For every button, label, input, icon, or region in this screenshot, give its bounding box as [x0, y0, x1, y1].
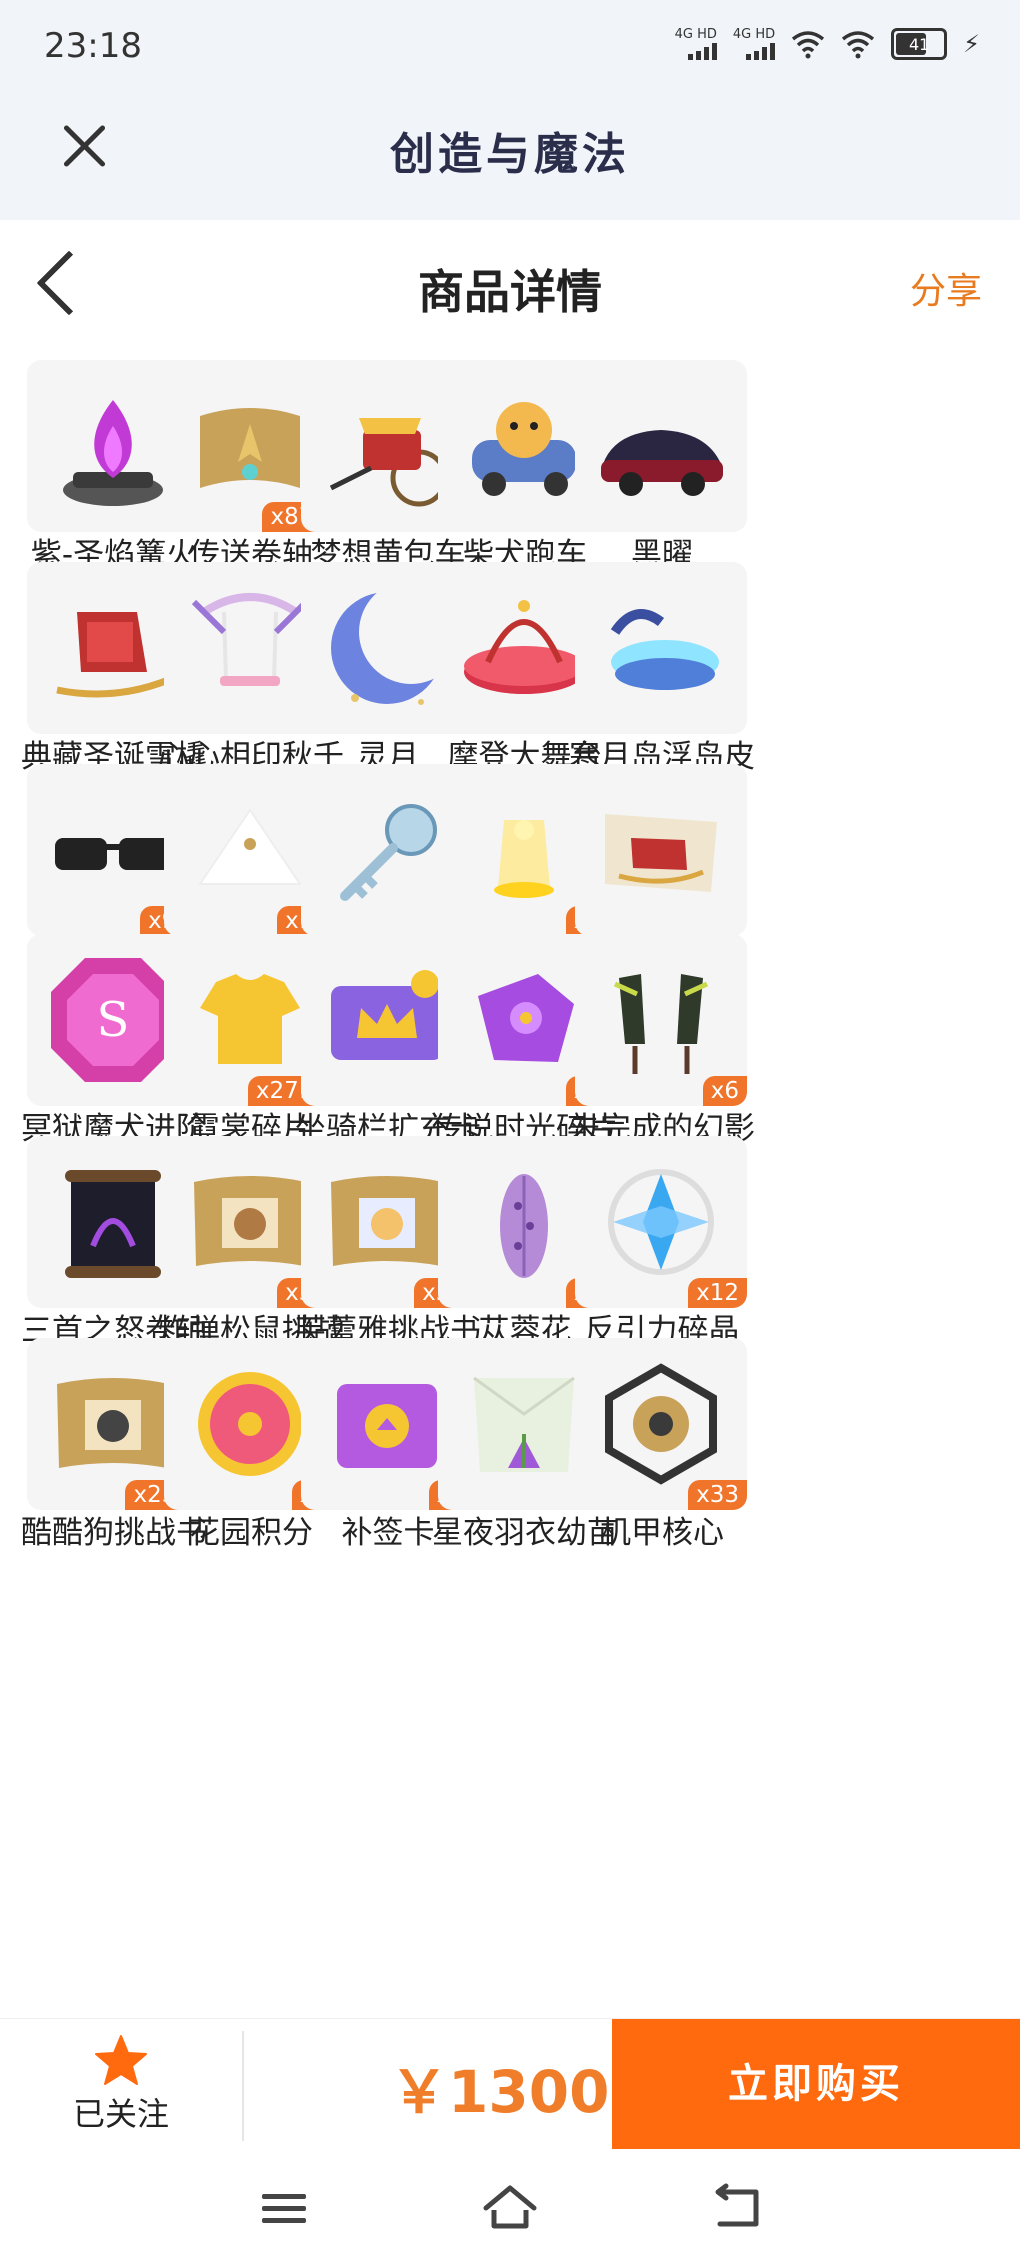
floating-island-icon	[610, 609, 719, 690]
signal-icon	[687, 42, 717, 60]
app-header: 23:18 4G HD 4G HD 41 ⚡ 创造与魔法	[0, 0, 1020, 220]
quantity-badge: x12	[688, 1278, 747, 1308]
battery-level: 41	[908, 34, 930, 54]
item-thumbnail: x12	[575, 1136, 747, 1308]
home-icon[interactable]	[480, 2180, 540, 2236]
price: ￥1300	[390, 2058, 610, 2126]
network-label: 4G HD	[732, 27, 776, 42]
svg-text:S: S	[97, 992, 130, 1048]
system-nav-bar	[0, 2150, 1020, 2267]
page-header: 商品详情 分享	[0, 220, 1020, 350]
page-title: 商品详情	[418, 265, 602, 319]
status-time: 23:18	[44, 26, 142, 66]
item-thumbnail	[575, 562, 747, 734]
purchase-bar: 已关注 ￥1300 立即购买	[0, 2018, 1020, 2151]
charging-icon: ⚡	[963, 30, 980, 58]
item-grid: 紫-圣焰篝火 x870 传送卷轴 梦想黄包车 柴犬跑车 黑曜 典藏圣诞雪橇 心心相印秋千 灵月摩…	[0, 360, 1020, 2020]
black-car-icon	[601, 430, 723, 496]
item-thumbnail: x6	[575, 934, 747, 1106]
battery-icon: 41	[891, 28, 948, 60]
item-name: 机甲核心	[600, 1515, 724, 1551]
quantity-badge: x6	[702, 1076, 747, 1106]
network-indicator: 4G HD	[732, 27, 776, 60]
back-nav-icon[interactable]	[706, 2180, 766, 2236]
status-icons: 4G HD 4G HD 41 ⚡	[675, 28, 980, 60]
network-indicator: 4G HD	[675, 28, 717, 60]
sled-blueprint-icon	[605, 814, 717, 892]
buy-now-button[interactable]: 立即购买	[612, 2019, 1020, 2149]
app-title: 创造与魔法	[390, 129, 630, 180]
wifi-icon	[842, 31, 875, 59]
signal-icon	[746, 42, 776, 60]
item-thumbnail	[575, 360, 747, 532]
follow-label: 已关注	[72, 2095, 169, 2133]
wifi-icon	[792, 31, 825, 59]
quantity-badge: x33	[688, 1480, 747, 1510]
item-thumbnail: x33	[575, 1338, 747, 1510]
network-label: 4G HD	[674, 27, 717, 42]
star-icon	[95, 2035, 147, 2085]
follow-button[interactable]: 已关注	[0, 2019, 242, 2151]
item-thumbnail	[575, 764, 747, 936]
menu-icon[interactable]	[254, 2180, 314, 2236]
divider	[242, 2031, 244, 2141]
share-button[interactable]: 分享	[910, 262, 982, 314]
